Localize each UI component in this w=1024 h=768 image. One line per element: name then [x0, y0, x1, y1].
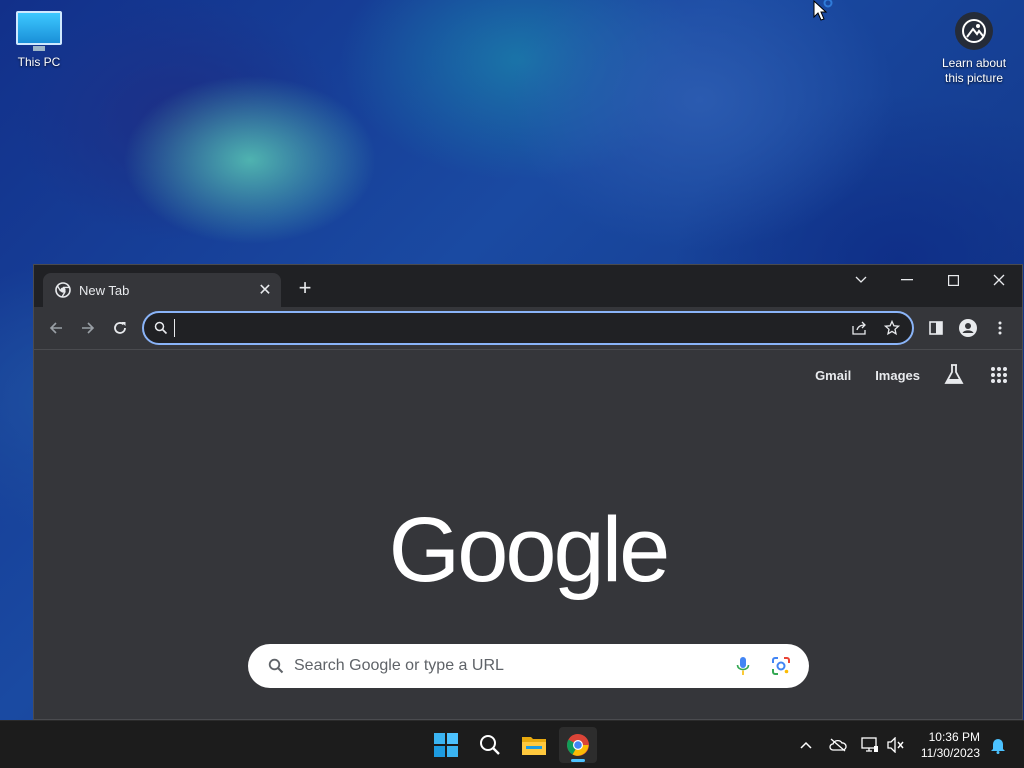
monitor-icon	[16, 11, 62, 51]
search-icon	[154, 321, 168, 335]
side-panel-icon[interactable]	[924, 316, 948, 340]
browser-toolbar	[34, 307, 1022, 350]
windows-start-icon[interactable]	[427, 727, 465, 763]
menu-icon[interactable]	[988, 316, 1012, 340]
clock-date: 11/30/2023	[920, 746, 980, 760]
gmail-link[interactable]: Gmail	[815, 368, 851, 383]
omnibox[interactable]	[142, 311, 914, 345]
top-links: Gmail Images	[815, 364, 1008, 386]
back-icon[interactable]	[44, 316, 68, 340]
profile-icon[interactable]	[956, 316, 980, 340]
cloud-icon[interactable]	[826, 733, 850, 757]
chrome-favicon-icon	[55, 282, 71, 298]
images-link[interactable]: Images	[875, 368, 920, 383]
forward-icon[interactable]	[76, 316, 100, 340]
labs-icon[interactable]	[944, 364, 964, 386]
chevron-down-icon[interactable]	[838, 265, 884, 295]
text-caret	[174, 319, 175, 337]
apps-icon[interactable]	[990, 366, 1008, 384]
taskbar-clock[interactable]: 10:36 PM 11/30/2023	[921, 729, 980, 761]
tab-new-tab[interactable]: New Tab ✕	[43, 273, 281, 307]
new-tab-page: Gmail Images Google Search Google or typ…	[34, 350, 1022, 719]
network-icon[interactable]	[858, 733, 882, 757]
close-tab-icon[interactable]: ✕	[253, 280, 277, 300]
notification-bell-icon[interactable]	[986, 733, 1010, 757]
google-logo: Google	[388, 499, 671, 601]
tab-title: New Tab	[79, 282, 130, 298]
google-search-box[interactable]: Search Google or type a URL	[248, 644, 809, 688]
voice-search-icon[interactable]	[725, 656, 761, 676]
file-explorer-icon[interactable]	[515, 727, 553, 763]
reload-icon[interactable]	[108, 316, 132, 340]
chrome-taskbar-icon[interactable]	[559, 727, 597, 763]
tab-strip: New Tab ✕ +	[34, 265, 1022, 307]
share-icon[interactable]	[844, 321, 876, 335]
maximize-icon[interactable]	[930, 265, 976, 295]
new-tab-icon[interactable]: +	[293, 277, 317, 301]
chrome-window: New Tab ✕ + Gmail Images Google Search G…	[33, 264, 1023, 720]
chevron-up-icon[interactable]	[794, 733, 818, 757]
lens-icon[interactable]	[761, 656, 801, 676]
minimize-icon[interactable]	[884, 265, 930, 295]
learn-about-picture-icon	[955, 12, 993, 50]
learn-label-line2: this picture	[944, 71, 1004, 85]
learn-label-line1: Learn about	[941, 56, 1007, 70]
mouse-cursor-icon	[813, 0, 833, 21]
star-icon[interactable]	[876, 320, 908, 336]
close-window-icon[interactable]	[976, 265, 1022, 295]
search-placeholder: Search Google or type a URL	[294, 657, 504, 674]
search-box-search-icon	[268, 658, 284, 674]
clock-time: 10:36 PM	[928, 730, 980, 744]
taskbar: 10:36 PM 11/30/2023	[0, 720, 1024, 768]
active-app-indicator	[571, 759, 585, 762]
taskbar-search-icon[interactable]	[471, 727, 509, 763]
omnibox-input[interactable]	[181, 319, 844, 337]
desktop-icon-this-pc[interactable]: This PC	[8, 8, 70, 69]
volume-muted-icon[interactable]	[884, 733, 908, 757]
this-pc-label: This PC	[17, 55, 61, 69]
desktop-icon-learn-about-picture[interactable]: Learn about this picture	[932, 12, 1016, 86]
